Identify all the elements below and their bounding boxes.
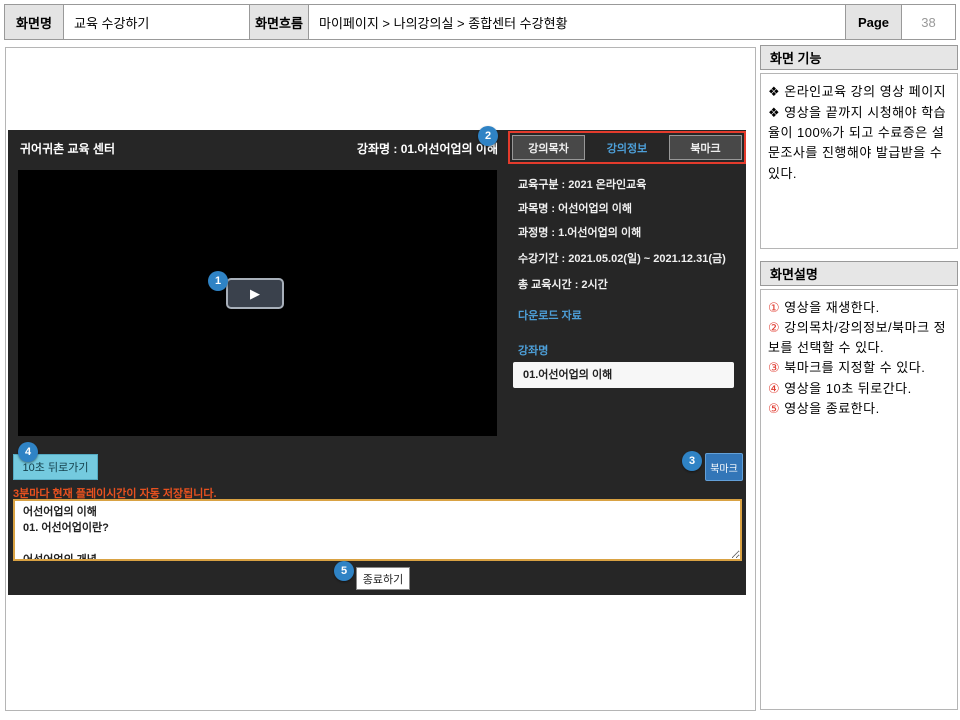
breadcrumb: 마이페이지 > 나의강의실 > 종합센터 수강현황 [308, 4, 846, 40]
callout-badge-4: 4 [18, 442, 38, 462]
red-circled-number: ③ [768, 360, 781, 376]
screen-description-title: 화면설명 [770, 267, 818, 282]
lecture-list-item[interactable]: 01.어선어업의 이해 [513, 362, 734, 388]
document-header-bar: 화면명 교육 수강하기 화면흐름 마이페이지 > 나의강의실 > 종합센터 수강… [4, 4, 956, 40]
course-title: 강좌명 : 01.어선어업의 이해 [356, 142, 498, 156]
red-circled-number: ⑤ [768, 400, 781, 416]
download-materials-link[interactable]: 다운로드 자료 [518, 307, 582, 323]
end-lecture-button[interactable]: 종료하기 [356, 567, 410, 590]
info-course-name: 과정명 : 1.어선어업의 이해 [518, 227, 642, 239]
red-circled-number: ① [768, 300, 781, 315]
function-item: ❖ 온라인교육 강의 영상 페이지 [768, 84, 947, 99]
description-item: ④ 영상을 10초 뒤로간다. [768, 379, 950, 399]
lecture-notes-textarea[interactable]: 어선어업의 이해 01. 어선어업이란? 어선어업의 개념 [13, 499, 742, 561]
lecture-list-label: 강좌명 [518, 345, 549, 357]
description-text: 영상을 종료한다. [780, 400, 880, 416]
bookmark-button[interactable]: 북마크 [705, 453, 743, 481]
callout-badge-1: 1 [208, 271, 228, 291]
info-subject-name: 과목명 : 어선어업의 이해 [518, 203, 633, 215]
site-title: 귀어귀촌 교육 센터 [20, 142, 115, 156]
screen-name-value: 교육 수강하기 [63, 4, 250, 40]
tab-group-highlight: 강의목차 강의정보 북마크 [508, 131, 746, 164]
callout-badge-5: 5 [334, 561, 354, 581]
description-text: 북마크를 지정할 수 있다. [780, 360, 926, 376]
screen-functions-box: ❖ 온라인교육 강의 영상 페이지 ❖ 영상을 끝까지 시청해야 학습율이 10… [760, 73, 958, 249]
tab-lecture-info[interactable]: 강의정보 [591, 135, 664, 160]
description-item: ⑤ 영상을 종료한다. [768, 399, 950, 419]
red-circled-number: ② [768, 320, 781, 336]
video-lecture-player: 귀어귀촌 교육 센터 강좌명 : 01.어선어업의 이해 강의목차 강의정보 북… [8, 126, 746, 595]
video-screen: ▶ [18, 170, 497, 436]
screen-description-box: ① 영상을 재생한다. ② 강의목차/강의정보/북마크 정보를 선택할 수 있다… [760, 289, 958, 710]
description-item: ① 영상을 재생한다. [768, 298, 950, 318]
screen-flow-label: 화면흐름 [249, 4, 309, 40]
info-total-hours: 총 교육시간 : 2시간 [518, 279, 608, 291]
description-text: 영상을 재생한다. [780, 300, 880, 315]
red-circled-number: ④ [768, 380, 781, 396]
page-number: 38 [901, 4, 956, 40]
description-text: 영상을 10초 뒤로간다. [780, 380, 912, 396]
screenshot-frame: 귀어귀촌 교육 센터 강좌명 : 01.어선어업의 이해 강의목차 강의정보 북… [5, 47, 756, 711]
play-button[interactable]: ▶ [226, 278, 284, 309]
tab-bookmark[interactable]: 북마크 [669, 135, 742, 160]
page-label: Page [845, 4, 902, 40]
description-text: 강의목차/강의정보/북마크 정보를 선택할 수 있다. [768, 320, 947, 356]
description-item: ② 강의목차/강의정보/북마크 정보를 선택할 수 있다. [768, 318, 950, 358]
function-item: ❖ 영상을 끝까지 시청해야 학습율이 100%가 되고 수료증은 설문조사를 … [768, 105, 947, 181]
tab-lecture-toc[interactable]: 강의목차 [512, 135, 585, 160]
description-item: ③ 북마크를 지정할 수 있다. [768, 358, 950, 378]
screen-name-label: 화면명 [4, 4, 64, 40]
info-education-type: 교육구분 : 2021 온라인교육 [518, 179, 647, 191]
screen-functions-title: 화면 기능 [770, 51, 822, 66]
info-course-period: 수강기간 : 2021.05.02(일) ~ 2021.12.31(금) [518, 253, 726, 265]
screen-functions-header: 화면 기능 [760, 45, 958, 70]
screen-description-header: 화면설명 [760, 261, 958, 286]
play-icon: ▶ [250, 286, 260, 301]
callout-badge-3: 3 [682, 451, 702, 471]
callout-badge-2: 2 [478, 126, 498, 146]
